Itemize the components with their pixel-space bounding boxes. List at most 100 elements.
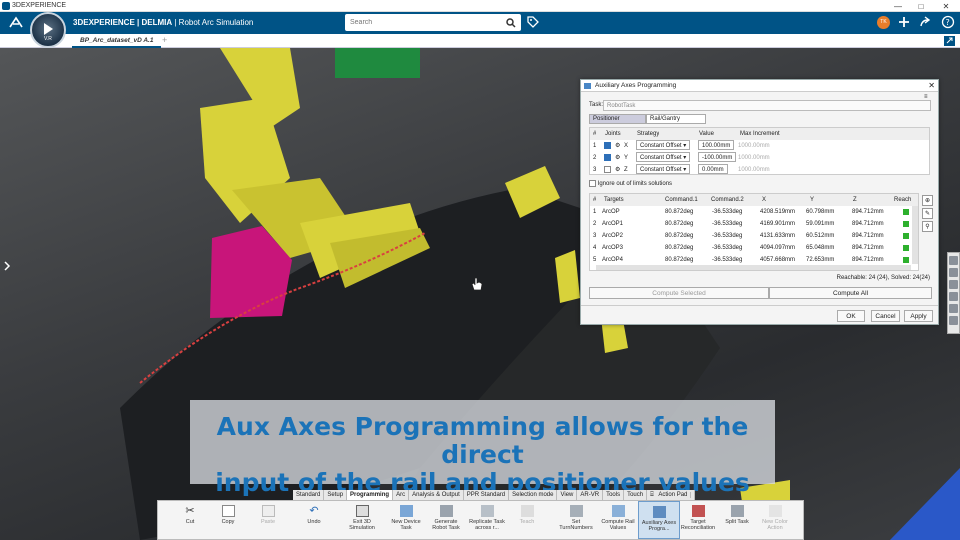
reach-indicator bbox=[903, 245, 909, 251]
search-icon[interactable] bbox=[506, 18, 516, 28]
table-row[interactable]: 1 ArcOP 80.872deg -36.533deg 4208.519mm … bbox=[590, 206, 918, 218]
compass-button[interactable]: V.R bbox=[30, 12, 66, 48]
tool-icon[interactable] bbox=[949, 292, 958, 301]
new-device-task-button[interactable]: New Device Task bbox=[391, 501, 421, 539]
strategy-select[interactable]: Constant Offset ▾ bbox=[636, 164, 691, 174]
max-increment-field[interactable]: 1000.00mm bbox=[738, 164, 770, 176]
ribbon-tab-setup[interactable]: Setup bbox=[324, 490, 348, 500]
compute-all-button[interactable]: Compute All bbox=[769, 287, 932, 299]
teach-button[interactable]: Teach bbox=[513, 501, 541, 539]
tool-icon[interactable] bbox=[949, 316, 958, 325]
ribbon-tab-analysis[interactable]: Analysis & Output bbox=[409, 490, 464, 500]
user-avatar[interactable]: TK bbox=[877, 16, 890, 29]
new-tab-icon[interactable]: + bbox=[162, 35, 167, 45]
ignore-limits-checkbox[interactable] bbox=[589, 180, 596, 187]
exit-3d-simulation-button[interactable]: Exit 3D Simulation bbox=[343, 501, 381, 539]
tool-icon[interactable] bbox=[949, 280, 958, 289]
table-row[interactable]: 4 ArcOP3 80.872deg -36.533deg 4094.097mm… bbox=[590, 242, 918, 254]
tool-icon[interactable] bbox=[949, 304, 958, 313]
max-increment-field[interactable]: 1000.00mm bbox=[738, 152, 770, 164]
horizontal-scrollbar[interactable] bbox=[596, 265, 911, 270]
cut-button[interactable]: ✂ Cut bbox=[176, 501, 204, 539]
table-row[interactable]: 3 ArcOP2 80.872deg -36.533deg 4131.633mm… bbox=[590, 230, 918, 242]
strategy-select[interactable]: Constant Offset ▾ bbox=[636, 140, 691, 150]
reach-indicator bbox=[903, 233, 909, 239]
copy-button[interactable]: Copy bbox=[214, 501, 242, 539]
row-index: 1 bbox=[593, 209, 597, 215]
tag-icon[interactable] bbox=[527, 16, 539, 28]
y-value: 59.091mm bbox=[806, 221, 835, 227]
minimize-button[interactable]: — bbox=[887, 0, 909, 12]
ribbon-tab-standard[interactable]: Standard bbox=[293, 490, 325, 500]
set-turnnumbers-button[interactable]: Set TurnNumbers bbox=[556, 501, 596, 539]
tab-positioner[interactable]: Positioner bbox=[589, 114, 646, 124]
ribbon-tab-touch[interactable]: Touch bbox=[624, 490, 648, 500]
table-row[interactable]: 2 ArcOP1 80.872deg -36.533deg 4169.901mm… bbox=[590, 218, 918, 230]
replicate-task-button[interactable]: Replicate Task across r... bbox=[468, 501, 506, 539]
ribbon-tab-ppr[interactable]: PPR Standard bbox=[463, 490, 510, 500]
ribbon-tab-action-pad[interactable]: ⌸ Action Pad bbox=[647, 490, 696, 500]
ribbon-tab-view[interactable]: View bbox=[557, 490, 578, 500]
ribbon-tab-arc[interactable]: Arc bbox=[393, 490, 410, 500]
green-fixture bbox=[335, 48, 420, 78]
dialog-close-icon[interactable]: ✕ bbox=[928, 80, 935, 92]
max-increment-field[interactable]: 1000.00mm bbox=[738, 140, 770, 152]
expand-icon[interactable] bbox=[944, 36, 955, 46]
command1-value: 80.872deg bbox=[665, 233, 694, 239]
ribbon-tab-tools[interactable]: Tools bbox=[603, 490, 625, 500]
compute-rail-values-button[interactable]: Compute Rail Values bbox=[600, 501, 636, 539]
new-color-action-button[interactable]: New Color Action bbox=[756, 501, 794, 539]
cancel-button[interactable]: Cancel bbox=[871, 310, 900, 322]
hand-cursor-icon bbox=[471, 277, 483, 291]
paste-button[interactable]: Paste bbox=[254, 501, 282, 539]
turn-numbers-icon bbox=[569, 505, 583, 517]
document-tabbar: BP_Arc_dataset_vD A.1 + bbox=[0, 34, 960, 48]
col-header: X bbox=[762, 197, 767, 203]
ribbon-tab-arvr[interactable]: AR-VR bbox=[577, 490, 604, 500]
add-icon[interactable] bbox=[898, 16, 910, 28]
help-icon[interactable]: ? bbox=[941, 15, 955, 29]
task-field[interactable]: RobotTask bbox=[603, 100, 931, 111]
undo-icon: ↶ bbox=[309, 505, 319, 517]
strategy-select[interactable]: Constant Offset ▾ bbox=[636, 152, 691, 162]
joint-axis-icon: ⚙ bbox=[615, 143, 621, 149]
tab-rail-gantry[interactable]: Rail/Gantry bbox=[646, 114, 706, 124]
joint-axis-icon: ⚙ bbox=[615, 155, 621, 161]
left-panel-arrow-icon[interactable] bbox=[3, 261, 11, 271]
joint-checkbox[interactable] bbox=[604, 153, 611, 161]
undo-button[interactable]: ↶ Undo bbox=[300, 501, 328, 539]
col-header: Targets bbox=[604, 197, 624, 203]
target-edit-icon[interactable]: ✎ bbox=[922, 208, 933, 219]
value-field[interactable]: 100.00mm bbox=[698, 140, 735, 150]
split-task-button[interactable]: Split Task bbox=[723, 501, 751, 539]
joint-axis-icon: ⚙ bbox=[615, 167, 621, 173]
target-reconciliation-button[interactable]: Target Reconciliation bbox=[678, 501, 718, 539]
share-icon[interactable] bbox=[919, 16, 931, 28]
maximize-button[interactable]: □ bbox=[910, 0, 932, 12]
compute-selected-button[interactable]: Compute Selected bbox=[589, 287, 769, 299]
joint-row: 2 ⚙ Y Constant Offset ▾ -100.00mm 1000.0… bbox=[590, 152, 929, 164]
joint-checkbox[interactable] bbox=[604, 141, 611, 149]
tool-icon[interactable] bbox=[949, 268, 958, 277]
ignore-limits-option[interactable]: Ignore out of limits solutions bbox=[589, 180, 672, 187]
target-add-icon[interactable]: ⊕ bbox=[922, 195, 933, 206]
auxiliary-axes-programming-button[interactable]: Auxiliary Axes Progra... bbox=[638, 501, 680, 539]
joint-checkbox[interactable] bbox=[604, 165, 611, 173]
col-header: Z bbox=[853, 197, 857, 203]
apply-button[interactable]: Apply bbox=[904, 310, 933, 322]
aux-axes-icon bbox=[652, 506, 666, 518]
ok-button[interactable]: OK bbox=[837, 310, 865, 322]
value-field[interactable]: 0.00mm bbox=[698, 164, 728, 174]
play-icon bbox=[44, 23, 53, 35]
tool-icon[interactable] bbox=[949, 256, 958, 265]
vertical-scrollbar[interactable] bbox=[912, 206, 918, 264]
row-index: 3 bbox=[593, 167, 597, 173]
generate-robot-task-button[interactable]: Generate Robot Task bbox=[428, 501, 464, 539]
ribbon-tab-programming[interactable]: Programming bbox=[347, 490, 394, 500]
target-filter-icon[interactable]: ⚲ bbox=[922, 221, 933, 232]
ribbon-tab-selection[interactable]: Selection mode bbox=[509, 490, 558, 500]
close-button[interactable]: ✕ bbox=[935, 0, 957, 12]
value-field[interactable]: -100.00mm bbox=[698, 152, 737, 162]
tab-document[interactable]: BP_Arc_dataset_vD A.1 bbox=[72, 34, 162, 48]
search-input[interactable] bbox=[345, 14, 495, 31]
